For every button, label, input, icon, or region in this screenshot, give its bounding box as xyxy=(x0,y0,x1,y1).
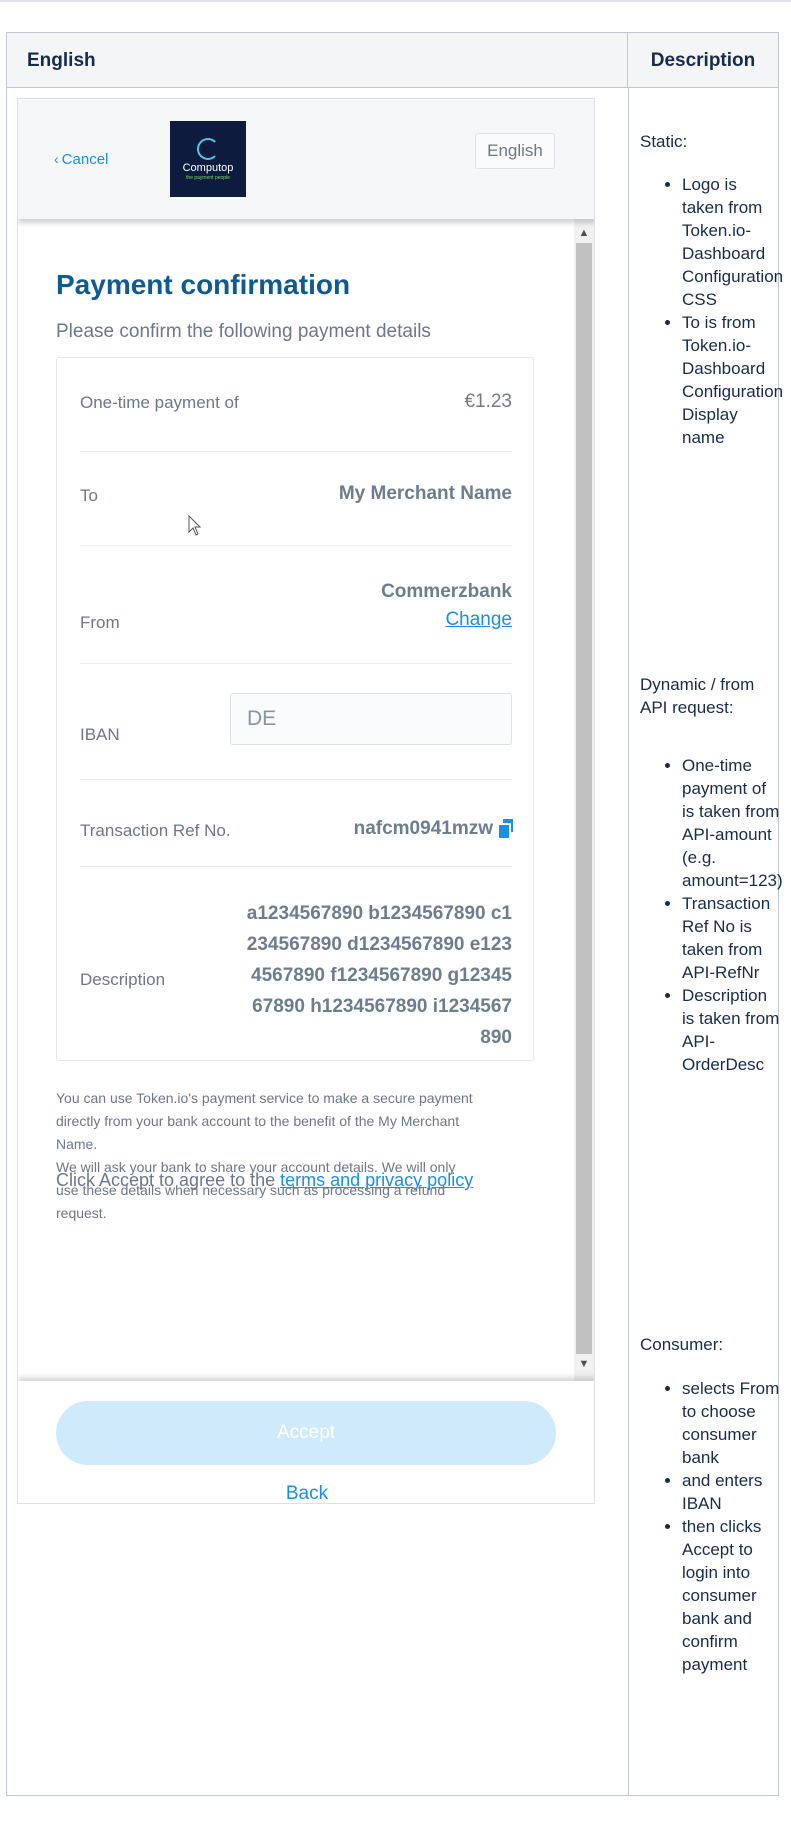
mouse-pointer-icon xyxy=(188,515,202,536)
reference-value: nafcm0941mzw xyxy=(353,818,493,839)
logo-tagline: the payment people xyxy=(186,174,230,181)
list-item: Description is taken from API-OrderDesc xyxy=(682,984,782,1076)
page-title: Payment confirmation xyxy=(56,269,351,300)
terms-notice: Click Accept to agree to the terms and p… xyxy=(56,1170,473,1191)
dynamic-heading: Dynamic / from API request: xyxy=(640,675,755,717)
scroll-up-icon[interactable]: ▲ xyxy=(574,227,594,239)
payment-amount-value: €1.23 xyxy=(464,391,512,412)
list-item: To is from Token.io-Dashboard Configurat… xyxy=(682,311,783,449)
list-item: and enters IBAN xyxy=(682,1469,782,1515)
description-label: Description xyxy=(80,970,166,989)
dynamic-list: One-time payment of is taken from API-am… xyxy=(640,754,783,1076)
cancel-label: Cancel xyxy=(61,151,109,168)
iban-input[interactable]: DE xyxy=(230,693,512,745)
bank-value-group: Commerzbank Change xyxy=(381,578,512,634)
cancel-link[interactable]: ‹ Cancel xyxy=(54,151,108,168)
scrollbar[interactable]: ▲ ▼ xyxy=(574,219,594,1381)
divider xyxy=(80,451,512,452)
consumer-list: selects From to choose consumer bank and… xyxy=(640,1377,782,1676)
static-heading: Static: xyxy=(640,132,688,151)
info-text: You can use Token.io's payment service t… xyxy=(56,1087,476,1225)
top-border xyxy=(0,0,791,2)
list-item: Logo is taken from Token.io-Dashboard Co… xyxy=(682,173,783,311)
terms-prefix: Click Accept to agree to the xyxy=(56,1170,281,1190)
scroll-thumb[interactable] xyxy=(576,243,592,1354)
divider xyxy=(80,545,512,546)
header-description: Description xyxy=(628,33,778,88)
header-english: English xyxy=(7,33,628,88)
bank-label: From xyxy=(80,613,120,632)
bank-name: Commerzbank xyxy=(381,581,512,602)
chevron-left-icon: ‹ xyxy=(54,151,59,167)
list-item: then clicks Accept to login into consume… xyxy=(682,1515,782,1676)
reference-label: Transaction Ref No. xyxy=(80,821,231,840)
terms-link[interactable]: terms and privacy policy xyxy=(280,1170,473,1190)
logo-name: Computop xyxy=(182,161,234,174)
payment-amount-label: One-time payment of xyxy=(80,393,239,412)
merchant-logo: Computop the payment people xyxy=(170,121,246,197)
payment-screen-mock: ‹ Cancel Computop the payment people Engl… xyxy=(17,98,595,1504)
payee-value: My Merchant Name xyxy=(338,483,512,504)
reference-value-group: nafcm0941mzw xyxy=(353,818,513,840)
divider xyxy=(80,663,512,664)
iban-label: IBAN xyxy=(80,725,120,744)
scroll-down-icon[interactable]: ▼ xyxy=(574,1358,594,1370)
description-value: a1234567890 b1234567890 c1234567890 d123… xyxy=(246,903,512,1048)
content-table: English Description ‹ Cancel Computop the… xyxy=(6,32,783,1796)
list-item: Transaction Ref No is taken from API-Ref… xyxy=(682,892,782,984)
copy-icon[interactable] xyxy=(499,819,513,838)
phone-footer: Accept Back xyxy=(18,1381,594,1503)
list-item: One-time payment of is taken from API-am… xyxy=(682,754,783,892)
static-list: Logo is taken from Token.io-Dashboard Co… xyxy=(640,173,783,449)
payee-label: To xyxy=(80,486,98,505)
language-selector[interactable]: English xyxy=(475,133,555,169)
change-bank-link[interactable]: Change xyxy=(445,609,512,630)
divider xyxy=(80,866,512,867)
info-line-1: You can use Token.io's payment service t… xyxy=(56,1090,473,1152)
phone-header: ‹ Cancel Computop the payment people Engl… xyxy=(18,99,594,219)
divider xyxy=(80,779,512,780)
page-subtitle: Please confirm the following payment det… xyxy=(56,321,431,342)
list-item: selects From to choose consumer bank xyxy=(682,1377,782,1469)
payment-details-card: One-time payment of €1.23 To My Merchant… xyxy=(56,357,534,1061)
logo-swirl-icon xyxy=(197,137,219,160)
accept-button[interactable]: Accept xyxy=(56,1401,556,1465)
back-link[interactable]: Back xyxy=(18,1483,594,1503)
scroll-content: Payment confirmation Please confirm the … xyxy=(18,219,594,1381)
consumer-heading: Consumer: xyxy=(640,1335,724,1354)
column-divider xyxy=(628,88,629,1795)
